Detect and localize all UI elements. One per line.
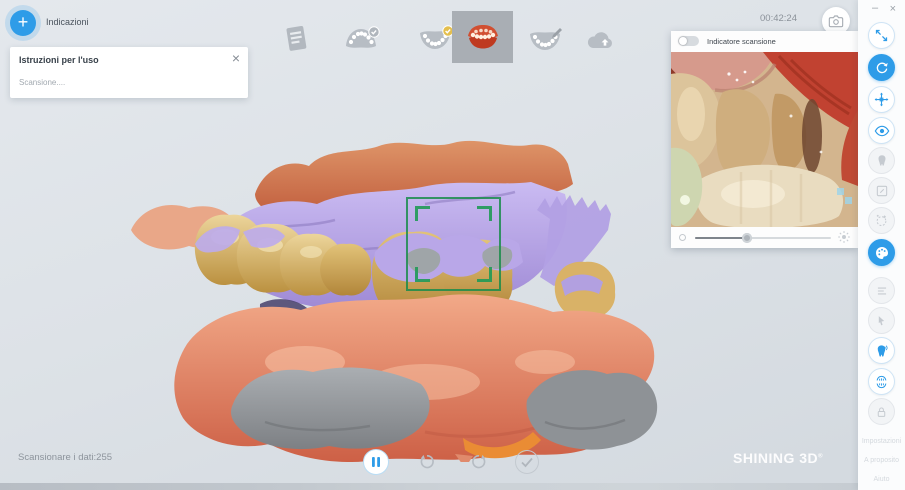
scanbox-corner-tr <box>477 206 492 221</box>
instructions-body: Scansione.... <box>19 78 66 87</box>
upper-arch-icon <box>346 26 380 48</box>
page-title: Indicazioni <box>46 17 89 27</box>
cursor-icon <box>878 315 885 325</box>
toggle-label: Indicatore scansione <box>707 37 776 46</box>
upper-arch-button[interactable] <box>343 26 381 57</box>
occlusion-icon <box>467 25 498 49</box>
check-icon <box>521 457 533 468</box>
plus-icon: + <box>17 12 29 32</box>
scan-3d-viewport[interactable] <box>125 132 665 462</box>
lower-arch-button[interactable] <box>417 25 455 57</box>
edit-arch-button[interactable] <box>527 25 565 57</box>
confirm-button[interactable] <box>515 450 539 474</box>
undo-rotate-button[interactable] <box>415 450 439 474</box>
jaw-bite-icon <box>876 375 887 388</box>
window-bottom-edge <box>0 483 858 490</box>
indicator-dot-icon <box>679 234 686 241</box>
scan-data-counter: Scansionare i dati:255 <box>18 452 113 463</box>
brand-registered-mark: ® <box>818 453 824 460</box>
instructions-title: Istruzioni per l'uso <box>19 55 99 65</box>
sidebar-link-settings[interactable]: Impostazioni <box>858 438 905 445</box>
slider-handle[interactable] <box>742 232 752 243</box>
scanbox-corner-bl <box>415 267 430 282</box>
ai-sparkle-icon <box>876 214 887 226</box>
instructions-panel: Istruzioni per l'uso × Scansione.... <box>10 47 248 98</box>
camera-icon <box>828 15 844 28</box>
eye-icon <box>874 125 889 136</box>
text-lines-icon <box>877 287 886 294</box>
texture-palette-button[interactable] <box>868 239 895 266</box>
zoom-fit-button[interactable] <box>868 22 895 49</box>
occlusion-scan-button[interactable] <box>452 11 513 63</box>
minimize-button[interactable]: – <box>872 2 878 14</box>
edit-square-icon <box>876 185 887 196</box>
edit-arch-icon <box>530 28 562 50</box>
redo-rotate-button[interactable] <box>467 450 491 474</box>
camera-panel-bottombar <box>671 227 858 248</box>
app-window: + Indicazioni Istruzioni per l'uso × Sca… <box>0 0 905 490</box>
document-icon <box>286 26 307 51</box>
pause-button[interactable] <box>363 449 389 475</box>
rotate-left-icon <box>420 454 434 469</box>
tooth-scan-button[interactable] <box>868 337 895 364</box>
view-mode-button[interactable] <box>868 117 895 144</box>
scan-indicator-toggle[interactable] <box>678 36 699 46</box>
tooth-scan-icon <box>877 344 888 357</box>
scanbox-corner-br <box>477 267 492 282</box>
camera-preview-panel: Indicatore scansione <box>671 31 858 248</box>
pause-icon <box>372 457 380 467</box>
tool-sidebar: – × Impostazioni A proposito Aiuto <box>858 0 905 490</box>
scan-indicator-box <box>406 197 501 291</box>
toggle-knob <box>679 37 687 45</box>
sidebar-link-about[interactable]: A proposito <box>858 457 905 464</box>
annotation-button[interactable] <box>868 277 895 304</box>
camera-panel-topbar: Indicatore scansione <box>671 31 858 52</box>
close-window-button[interactable]: × <box>890 3 896 15</box>
palette-icon <box>875 246 888 259</box>
new-scan-button[interactable]: + <box>10 10 36 36</box>
lock-button[interactable] <box>868 398 895 425</box>
rotate-view-button[interactable] <box>868 54 895 81</box>
report-form-button[interactable] <box>283 24 310 59</box>
ai-refine-button[interactable] <box>868 207 895 234</box>
scan-timer: 00:42:24 <box>760 13 797 24</box>
brightness-icon <box>837 230 851 249</box>
rotate-view-icon <box>876 62 888 73</box>
brightness-slider[interactable] <box>695 232 831 243</box>
pan-icon <box>874 92 889 107</box>
lock-icon <box>877 406 886 417</box>
upload-button[interactable] <box>585 28 617 57</box>
sidebar-link-help[interactable]: Aiuto <box>858 476 905 483</box>
zoom-fit-icon <box>875 29 888 42</box>
rotate-right-icon <box>472 454 486 469</box>
edit-region-button[interactable] <box>868 177 895 204</box>
scanbox-corner-tl <box>415 206 430 221</box>
tooth-icon <box>878 155 885 166</box>
lower-arch-icon <box>420 25 454 49</box>
pan-view-button[interactable] <box>868 86 895 113</box>
close-icon[interactable]: × <box>232 51 240 65</box>
occlusion-check-button[interactable] <box>868 368 895 395</box>
live-camera-feed <box>671 52 858 227</box>
cloud-upload-icon <box>587 32 612 48</box>
tooth-tool-button[interactable] <box>868 147 895 174</box>
slider-fill <box>695 236 747 239</box>
select-cursor-button[interactable] <box>868 307 895 334</box>
brand-logo: SHINING 3D® <box>733 450 823 466</box>
brand-logo-text: SHINING 3D <box>733 450 819 466</box>
